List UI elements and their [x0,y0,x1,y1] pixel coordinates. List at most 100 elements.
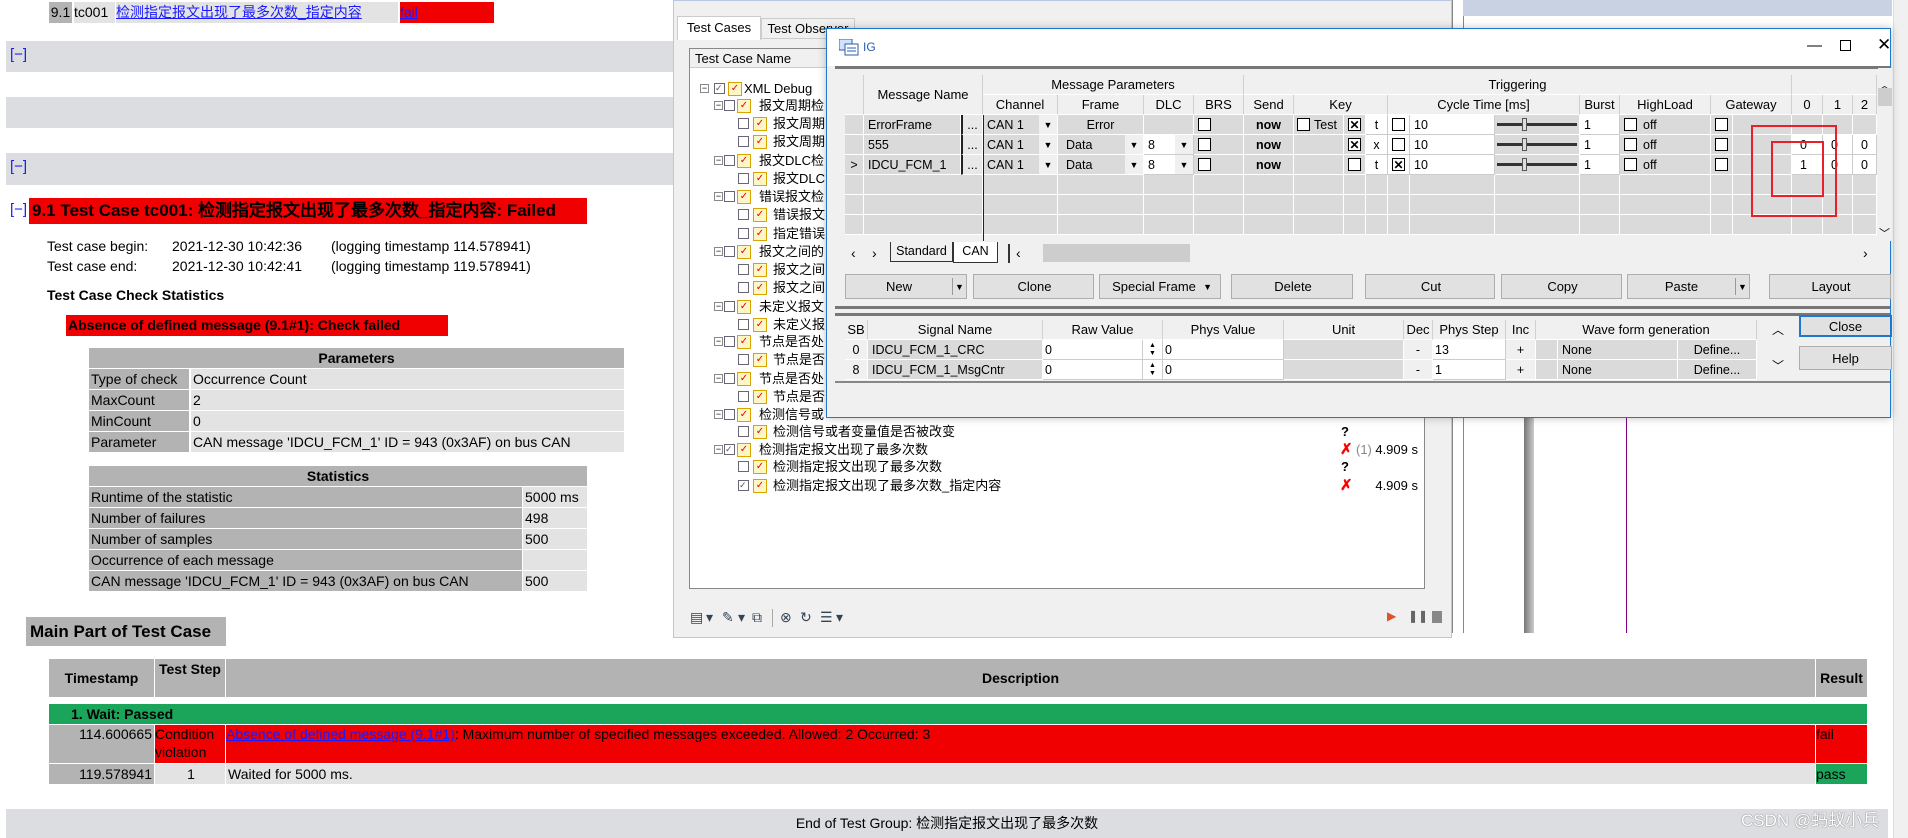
signal-scroll-down-icon[interactable]: ﹀ [1772,357,1784,374]
toc-link[interactable]: 检测指定报文出现了最多次数_指定内容 [116,2,398,23]
toolbar-refresh-icon[interactable]: ↻ [800,609,812,626]
tree-checkbox[interactable] [738,426,749,437]
tree-checkbox[interactable]: ✓ [714,83,725,94]
signal-scroll-up-icon[interactable]: ︿ [1772,321,1784,338]
tree-item[interactable]: ✓ ✓ 检测指定报文出现了最多次数_指定内容 ✗ 4.909 s [690,477,1424,495]
raw-value-input[interactable]: 0 [1043,360,1143,380]
wave-type[interactable]: None [1558,360,1678,380]
tree-checkbox[interactable] [724,246,735,257]
signal-header-wave[interactable]: Wave form generation [1536,320,1757,340]
tree-checkbox[interactable] [724,155,735,166]
tree-checkbox[interactable] [724,336,735,347]
raw-value-input[interactable]: 0 [1043,340,1143,360]
signal-sb: 0 [845,340,868,360]
spin-up-icon[interactable]: ▲ [1149,362,1156,370]
wave-define-button[interactable]: Define... [1678,340,1757,360]
tree-checkbox[interactable] [738,461,749,472]
toolbar-generate-icon[interactable]: ⧉ [752,609,762,626]
tree-item[interactable]: ✓ 检测信号或者变量值是否被改变? [690,423,1424,441]
signal-header-raw[interactable]: Raw Value [1043,320,1163,340]
signal-header-dec[interactable]: Dec [1404,320,1433,340]
help-button[interactable]: Help [1799,346,1892,370]
signal-name[interactable]: IDCU_FCM_1_CRC [868,340,1043,360]
tree-checkbox[interactable] [738,118,749,129]
test-case-icon: ✓ [753,479,767,493]
tree-checkbox[interactable]: ✓ [738,480,749,491]
play-icon[interactable]: ▶ [1387,609,1396,623]
toolbar-dropdown-icon[interactable]: ▾ [706,609,713,626]
signal-header-inc[interactable]: Inc [1506,320,1536,340]
collapse-toggle[interactable]: [−] [10,46,27,63]
test-case-icon: ✓ [737,372,751,386]
tree-checkbox[interactable] [738,228,749,239]
expand-toggle[interactable]: − [714,302,723,311]
tab-test-cases[interactable]: Test Cases [677,16,761,40]
signal-header-unit[interactable]: Unit [1284,320,1404,340]
expand-toggle[interactable]: − [714,410,723,419]
signal-header-step[interactable]: Phys Step [1433,320,1506,340]
raw-value-spinner[interactable]: ▲ ▼ [1143,340,1163,360]
collapse-toggle[interactable]: [−] [10,201,27,218]
expand-toggle[interactable]: − [714,337,723,346]
spin-up-icon[interactable]: ▲ [1149,342,1156,350]
time-cursor-line[interactable] [1626,418,1627,633]
check-link[interactable]: Absence of defined message (9.1#1) [226,726,455,742]
spin-down-icon[interactable]: ▼ [1149,350,1156,358]
expand-toggle[interactable]: − [700,84,709,93]
toolbar-report-icon[interactable]: ☰ [820,609,833,626]
tree-checkbox[interactable] [738,319,749,330]
tree-checkbox[interactable] [724,409,735,420]
stop-icon[interactable] [1432,611,1442,623]
tree-checkbox[interactable] [738,282,749,293]
test-case-icon: ✓ [728,82,742,96]
raw-value-spinner[interactable]: ▲ ▼ [1143,360,1163,380]
expand-toggle[interactable]: − [714,247,723,256]
test-case-icon: ✓ [753,135,767,149]
page-scrollbar[interactable] [1893,0,1908,838]
tree-checkbox[interactable] [724,100,735,111]
tree-checkbox[interactable] [738,264,749,275]
expand-toggle[interactable]: − [714,445,723,454]
tree-checkbox[interactable] [738,391,749,402]
tree-checkbox[interactable] [724,373,735,384]
pause-icon[interactable]: ❚❚ [1408,609,1428,623]
tree-item[interactable]: − ✓ ✓ 检测指定报文出现了最多次数 ✗ (1) 4.909 s [690,441,1424,459]
toolbar-dropdown-icon[interactable]: ▾ [738,609,745,626]
phys-step-input[interactable]: 1 [1433,360,1506,380]
splitter-handle[interactable] [1524,418,1534,633]
tree-checkbox[interactable] [724,191,735,202]
toolbar-remove-icon[interactable]: ⊗ [780,609,792,626]
tree-item[interactable]: ✓ 检测指定报文出现了最多次数? [690,458,1424,476]
collapse-toggle[interactable]: [−] [10,158,27,175]
tree-checkbox[interactable] [738,354,749,365]
expand-toggle[interactable]: − [714,192,723,201]
signal-name[interactable]: IDCU_FCM_1_MsgCntr [868,360,1043,380]
phys-step-input[interactable]: 13 [1433,340,1506,360]
toolbar-new-report-icon[interactable]: ▤ [690,609,703,626]
expand-toggle[interactable]: − [714,101,723,110]
close-button[interactable]: Close [1799,315,1892,337]
tree-checkbox[interactable] [738,173,749,184]
toolbar-dropdown-icon[interactable]: ▾ [836,609,843,626]
toc-result-fail[interactable]: fail [400,2,494,23]
signal-increment[interactable]: + [1506,360,1536,380]
phys-value-input[interactable]: 0 [1163,360,1284,380]
tree-checkbox[interactable] [738,209,749,220]
tree-checkbox[interactable]: ✓ [724,444,735,455]
expand-toggle[interactable]: − [714,156,723,165]
tree-checkbox[interactable] [738,136,749,147]
wave-type[interactable]: None [1558,340,1678,360]
phys-value-input[interactable]: 0 [1163,340,1284,360]
signal-header-name[interactable]: Signal Name [868,320,1043,340]
signal-header-sb[interactable]: SB [845,320,868,340]
signal-decrement[interactable]: - [1404,360,1433,380]
expand-toggle[interactable]: − [714,374,723,383]
signal-decrement[interactable]: - [1404,340,1433,360]
tree-checkbox[interactable] [724,301,735,312]
spin-down-icon[interactable]: ▼ [1149,370,1156,378]
fail-count: (1) [1356,442,1372,457]
toolbar-edit-icon[interactable]: ✎ [722,609,734,626]
signal-increment[interactable]: + [1506,340,1536,360]
signal-header-phys[interactable]: Phys Value [1163,320,1284,340]
wave-define-button[interactable]: Define... [1678,360,1757,380]
